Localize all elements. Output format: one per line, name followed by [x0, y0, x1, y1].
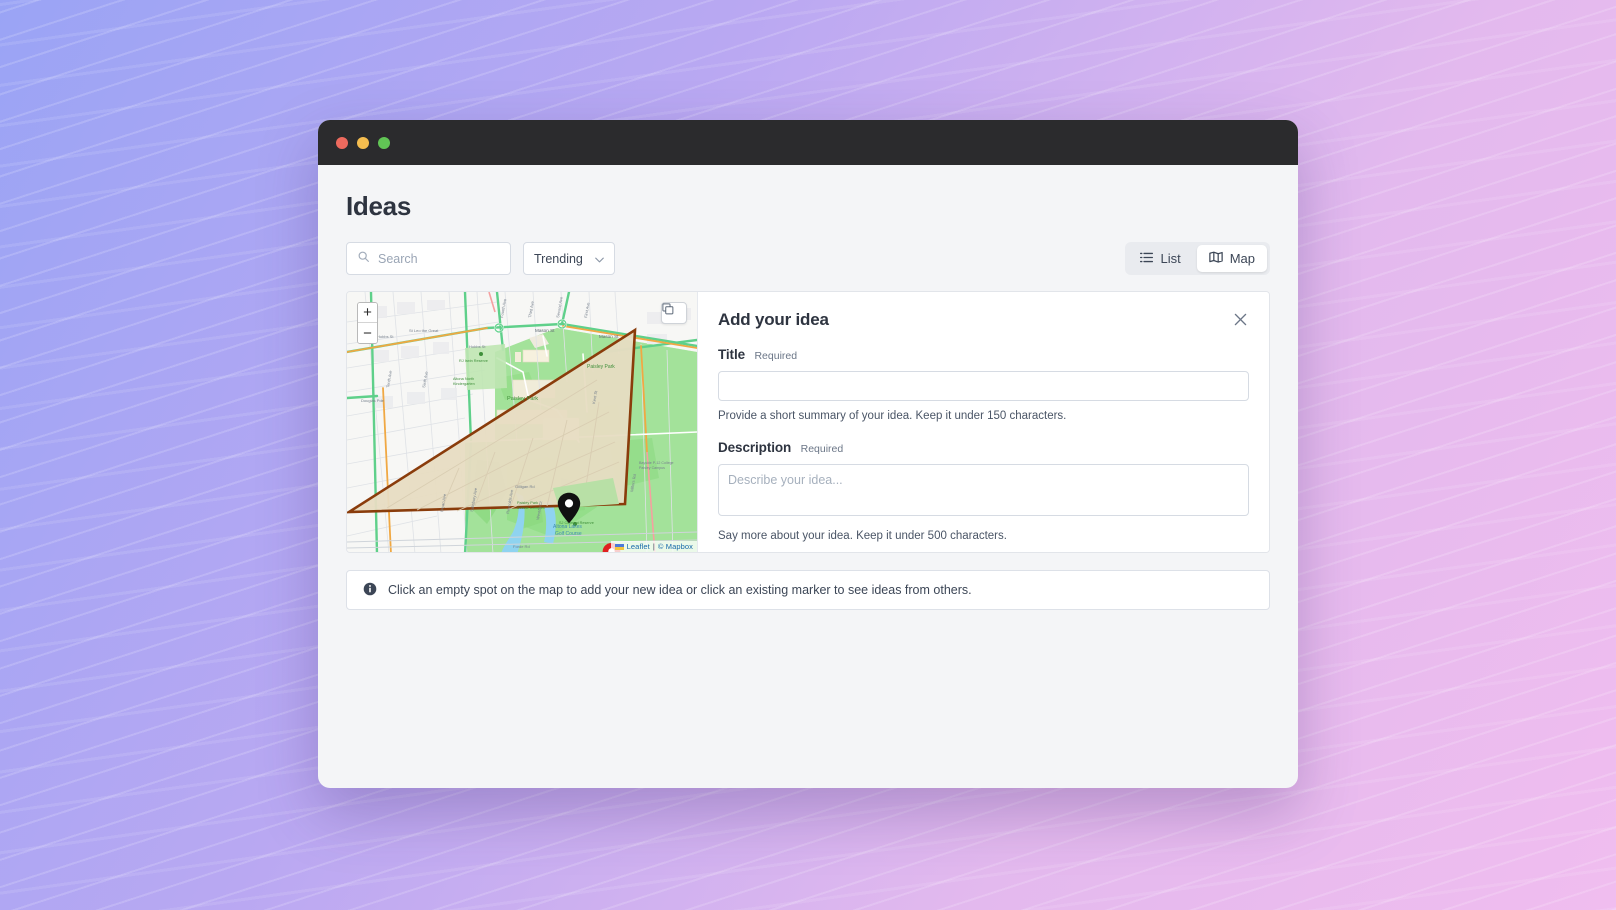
svg-text:Douglas Pde: Douglas Pde: [361, 398, 385, 403]
sort-dropdown-label: Trending: [534, 251, 583, 266]
sort-dropdown[interactable]: Trending: [523, 242, 615, 275]
search-icon: [357, 250, 370, 268]
panel-header: Add your idea: [718, 310, 1249, 330]
svg-text:Kindergarten: Kindergarten: [453, 382, 475, 386]
close-icon[interactable]: [1231, 310, 1249, 328]
svg-text:Paisley Campus: Paisley Campus: [639, 466, 665, 470]
chevron-down-icon: [595, 252, 604, 266]
map-canvas[interactable]: Mason St Mason St Paisley Park Paisley P…: [347, 292, 697, 552]
app-window: Ideas Trending: [318, 120, 1298, 788]
map-layers-button[interactable]: [661, 302, 687, 324]
view-toggle-map-label: Map: [1229, 251, 1255, 266]
map-attribution: Leaflet | © Mapbox: [610, 541, 697, 552]
attribution-separator: |: [652, 542, 655, 551]
svg-text:Mason St: Mason St: [535, 328, 555, 333]
svg-text:Mason St: Mason St: [599, 334, 619, 339]
map-and-panel: Mason St Mason St Paisley Park Paisley P…: [346, 291, 1270, 553]
info-bar: Click an empty spot on the map to add yo…: [346, 570, 1270, 610]
app-content: Ideas Trending: [318, 165, 1298, 788]
info-icon: [363, 582, 377, 599]
map-tiles: Mason St Mason St Paisley Park Paisley P…: [347, 292, 697, 552]
svg-text:Paisley Park: Paisley Park: [587, 364, 615, 370]
title-help-text: Provide a short summary of your idea. Ke…: [718, 410, 1067, 422]
description-field-label: Description Required: [718, 439, 1249, 457]
window-close-button[interactable]: [336, 136, 348, 149]
toolbar: Trending: [346, 242, 1270, 275]
description-label-text: Description: [718, 439, 792, 455]
list-icon: [1140, 251, 1154, 266]
svg-text:Forde Rd: Forde Rd: [513, 544, 530, 549]
svg-text:Hobbs St: Hobbs St: [377, 334, 394, 339]
description-help-text: Say more about your idea. Keep it under …: [718, 529, 1007, 542]
svg-text:Paisley Park: Paisley Park: [507, 396, 538, 402]
page-title: Ideas: [346, 191, 411, 221]
map-zoom-control: + −: [357, 302, 378, 344]
view-toggle-list-label: List: [1160, 251, 1181, 266]
svg-text:RJ Irwin Reserve: RJ Irwin Reserve: [459, 359, 488, 363]
title-required-text: Required: [754, 350, 798, 362]
svg-text:Golf Course: Golf Course: [555, 531, 582, 537]
svg-text:Altona North: Altona North: [453, 377, 474, 381]
title-field-label: Title Required: [718, 346, 1249, 364]
description-input[interactable]: [718, 463, 1249, 516]
leaflet-flag-icon: [614, 543, 624, 550]
info-bar-text: Click an empty spot on the map to add yo…: [388, 583, 972, 597]
view-toggle: List Map: [1125, 242, 1270, 275]
attribution-leaflet-link[interactable]: Leaflet: [627, 542, 650, 551]
panel-title: Add your idea: [718, 310, 829, 329]
svg-text:Bayside P-12 College: Bayside P-12 College: [639, 461, 674, 465]
description-required-text: Required: [800, 442, 844, 455]
title-label-text: Title: [718, 347, 746, 362]
svg-text:St Leo the Great: St Leo the Great: [409, 328, 439, 333]
window-maximize-button[interactable]: [378, 136, 390, 149]
svg-text:Paisley Park: Paisley Park: [517, 501, 538, 505]
add-idea-panel: Add your idea Title Required Provide a s…: [697, 292, 1269, 552]
window-titlebar: [318, 120, 1298, 165]
map-zoom-out-button[interactable]: −: [358, 323, 377, 343]
title-input[interactable]: [718, 371, 1249, 401]
search-input[interactable]: [378, 251, 500, 266]
map-zoom-in-button[interactable]: +: [358, 303, 377, 323]
search-box[interactable]: [346, 242, 511, 275]
view-toggle-map[interactable]: Map: [1196, 245, 1267, 272]
svg-text:Hobbs St: Hobbs St: [469, 344, 486, 349]
window-minimize-button[interactable]: [357, 136, 369, 149]
attribution-provider-link[interactable]: © Mapbox: [658, 542, 693, 551]
svg-text:Gilligan Rd: Gilligan Rd: [515, 484, 535, 489]
map-icon: [1208, 251, 1223, 266]
view-toggle-list[interactable]: List: [1128, 245, 1192, 272]
